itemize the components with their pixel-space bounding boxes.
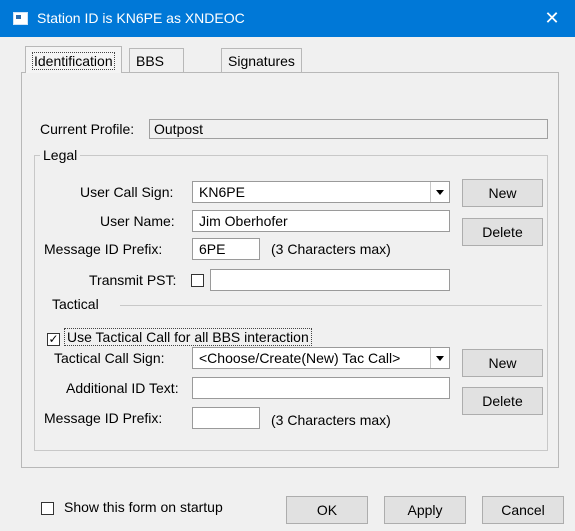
tab-identification[interactable]: Identification — [25, 46, 122, 73]
chevron-down-icon[interactable] — [430, 182, 449, 202]
delete-user-button[interactable]: Delete — [462, 218, 543, 246]
cancel-button[interactable]: Cancel — [482, 496, 564, 524]
tab-bbs-logins[interactable]: BBS Logins — [129, 48, 185, 93]
tactical-divider — [120, 305, 542, 306]
show-on-startup-label[interactable]: Show this form on startup — [64, 499, 223, 515]
user-name-label: User Name: — [100, 213, 175, 229]
apply-button[interactable]: Apply — [384, 496, 466, 524]
tactical-msg-id-prefix-label: Message ID Prefix: — [44, 410, 163, 426]
current-profile-label: Current Profile: — [40, 121, 135, 137]
tab-page-identification: Current Profile: Outpost Legal User Call… — [21, 72, 559, 468]
user-call-sign-value: KN6PE — [199, 184, 245, 200]
ok-button[interactable]: OK — [286, 496, 368, 524]
delete-tactical-button[interactable]: Delete — [462, 387, 543, 415]
tac-call-sign-value: <Choose/Create(New) Tac Call> — [199, 350, 401, 366]
title-bar: Station ID is KN6PE as XNDEOC ✕ — [0, 0, 575, 37]
tac-call-sign-combo[interactable]: <Choose/Create(New) Tac Call> — [192, 347, 450, 369]
user-name-input[interactable]: Jim Oberhofer — [192, 210, 450, 232]
transmit-pst-label: Transmit PST: — [89, 272, 177, 288]
legal-msg-id-hint: (3 Characters max) — [271, 241, 391, 257]
close-icon[interactable]: ✕ — [529, 0, 575, 37]
window-title: Station ID is KN6PE as XNDEOC — [37, 10, 245, 26]
additional-id-input[interactable] — [192, 377, 450, 399]
current-profile-field: Outpost — [149, 119, 548, 139]
legal-msg-id-prefix-input[interactable]: 6PE — [192, 238, 260, 260]
tab-signatures[interactable]: Signatures — [221, 48, 302, 72]
legal-msg-id-prefix-label: Message ID Prefix: — [44, 241, 163, 257]
user-call-sign-combo[interactable]: KN6PE — [192, 181, 450, 203]
use-tactical-label[interactable]: Use Tactical Call for all BBS interactio… — [64, 328, 312, 346]
additional-id-label: Additional ID Text: — [66, 380, 179, 396]
app-icon — [13, 12, 28, 25]
transmit-pst-input[interactable] — [210, 269, 450, 291]
use-tactical-checkbox[interactable]: ✓ — [47, 333, 60, 346]
chevron-down-icon[interactable] — [430, 348, 449, 368]
user-call-sign-label: User Call Sign: — [80, 184, 174, 200]
tactical-msg-id-hint: (3 Characters max) — [271, 412, 391, 428]
tac-call-sign-label: Tactical Call Sign: — [54, 350, 165, 366]
show-on-startup-checkbox[interactable] — [41, 502, 54, 515]
tactical-msg-id-prefix-input[interactable] — [192, 407, 260, 429]
transmit-pst-checkbox[interactable] — [191, 274, 204, 287]
dialog-window: Station ID is KN6PE as XNDEOC ✕ Identifi… — [0, 0, 575, 531]
legal-group-label: Legal — [40, 147, 81, 163]
new-user-button[interactable]: New — [462, 179, 543, 207]
tactical-group-label: Tactical — [52, 296, 99, 312]
new-tactical-button[interactable]: New — [462, 349, 543, 377]
